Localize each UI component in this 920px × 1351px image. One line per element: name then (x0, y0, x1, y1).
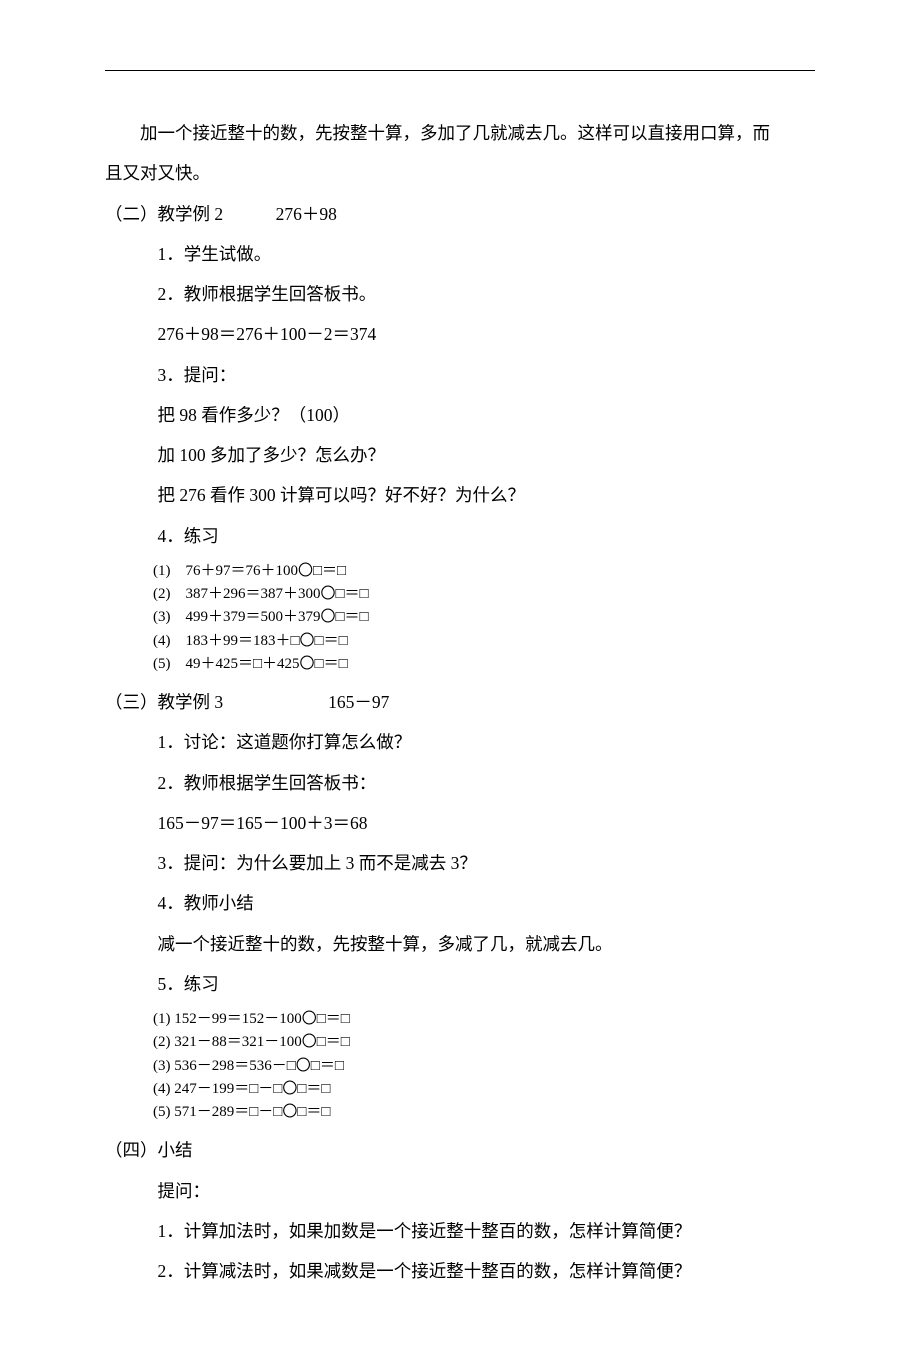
sec2-practice-5: (5) 49＋425＝□＋425〇□＝□ (153, 653, 815, 676)
intro-line-1: 加一个接近整十的数，先按整十算，多加了几就减去几。这样可以直接用口算，而 (105, 113, 815, 153)
sec2-practice-1: (1) 76＋97＝76＋100〇□＝□ (153, 560, 815, 583)
sec2-item-3: 3．提问： (105, 355, 815, 395)
intro-line-2: 且又对又快。 (105, 153, 815, 193)
sec2-practice-list: (1) 76＋97＝76＋100〇□＝□ (2) 387＋296＝387＋300… (153, 560, 815, 676)
top-divider (105, 70, 815, 71)
sec3-item-2: 2．教师根据学生回答板书： (105, 763, 815, 803)
sec3-item-4: 4．教师小结 (105, 883, 815, 923)
sec2-practice-2: (2) 387＋296＝387＋300〇□＝□ (153, 583, 815, 606)
sec3-practice-1: (1) 152－99＝152－100〇□＝□ (153, 1008, 815, 1031)
section-2-title: （二）教学例 2 276＋98 (105, 194, 815, 234)
sec3-item-3: 3．提问：为什么要加上 3 而不是减去 3？ (105, 843, 815, 883)
section-3-expression: 165－97 (328, 692, 389, 712)
page-content: 加一个接近整十的数，先按整十算，多加了几就减去几。这样可以直接用口算，而 且又对… (0, 0, 920, 1351)
sec3-practice-4: (4) 247－199＝□－□〇□＝□ (153, 1078, 815, 1101)
sec2-q3: 把 276 看作 300 计算可以吗？好不好？为什么？ (105, 475, 815, 515)
sec3-item-1: 1．讨论：这道题你打算怎么做？ (105, 722, 815, 762)
sec2-item-4: 4．练习 (105, 516, 815, 556)
sec3-practice-2: (2) 321－88＝321－100〇□＝□ (153, 1031, 815, 1054)
sec2-practice-4: (4) 183＋99＝183＋□〇□＝□ (153, 630, 815, 653)
section-2-expression: 276＋98 (276, 204, 337, 224)
sec2-item-2: 2．教师根据学生回答板书。 (105, 274, 815, 314)
sec3-equation: 165－97＝165－100＋3＝68 (105, 803, 815, 843)
section-4-title: （四）小结 (105, 1130, 815, 1170)
sec2-q1: 把 98 看作多少？（100） (105, 395, 815, 435)
sec2-equation: 276＋98＝276＋100－2＝374 (105, 314, 815, 354)
sec4-q1: 1．计算加法时，如果加数是一个接近整十整百的数，怎样计算简便？ (105, 1211, 815, 1251)
sec3-practice-list: (1) 152－99＝152－100〇□＝□ (2) 321－88＝321－10… (153, 1008, 815, 1124)
section-3-prefix: （三）教学例 3 (105, 682, 223, 722)
section-3-title: （三）教学例 3 165－97 (105, 682, 815, 722)
sec3-practice-3: (3) 536－298＝536－□〇□＝□ (153, 1055, 815, 1078)
sec3-practice-5: (5) 571－289＝□－□〇□＝□ (153, 1101, 815, 1124)
sec3-item-5: 5．练习 (105, 964, 815, 1004)
sec4-q2: 2．计算减法时，如果减数是一个接近整十整百的数，怎样计算简便？ (105, 1251, 815, 1291)
sec3-summary: 减一个接近整十的数，先按整十算，多减了几，就减去几。 (105, 924, 815, 964)
sec2-q2: 加 100 多加了多少？怎么办？ (105, 435, 815, 475)
section-2-prefix: （二）教学例 2 (105, 194, 223, 234)
sec2-item-1: 1．学生试做。 (105, 234, 815, 274)
sec4-prompt: 提问： (105, 1171, 815, 1211)
sec2-practice-3: (3) 499＋379＝500＋379〇□＝□ (153, 606, 815, 629)
